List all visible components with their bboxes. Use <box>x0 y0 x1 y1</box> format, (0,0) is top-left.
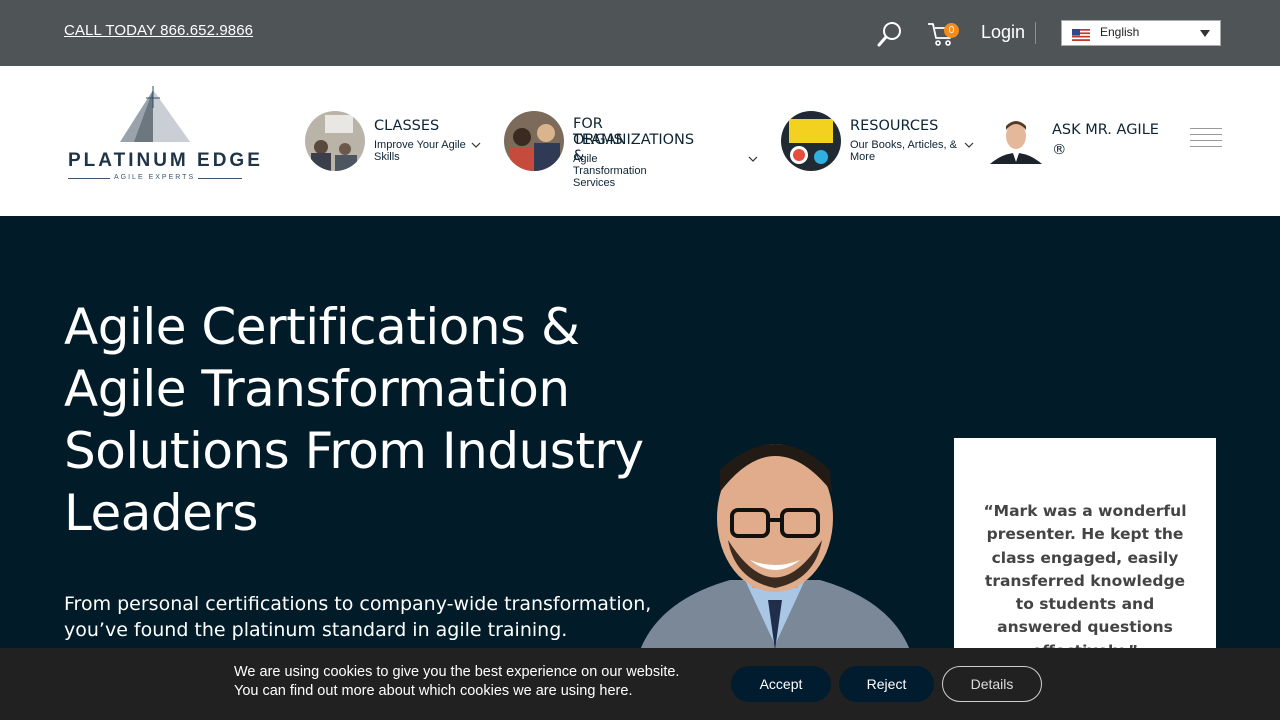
dropdown-caret-icon <box>1200 30 1210 37</box>
login-link[interactable]: Login <box>981 22 1025 43</box>
top-bar: CALL TODAY 866.652.9866 0 Login English <box>0 0 1280 66</box>
logo-rule <box>198 178 242 179</box>
testimonial-card: “Mark was a wonderful presenter. He kept… <box>954 438 1216 660</box>
teams-thumbnail <box>504 111 564 171</box>
chevron-down-icon <box>748 156 758 162</box>
nav-classes-subtitle: Improve Your Agile Skills <box>374 139 466 163</box>
logo-mark-icon <box>120 86 190 142</box>
details-button[interactable]: Details <box>942 666 1042 702</box>
call-today-link[interactable]: CALL TODAY 866.652.9866 <box>64 22 253 39</box>
cookie-message-line2: You can find out more about which cookie… <box>234 683 633 699</box>
cart-count-badge: 0 <box>944 23 959 38</box>
nav-teams-subtitle: Agile Transformation Services <box>573 153 647 189</box>
accept-button[interactable]: Accept <box>731 666 831 702</box>
platinum-edge-logo[interactable] <box>64 86 249 206</box>
cookie-message: We are using cookies to give you the bes… <box>234 663 679 701</box>
search-icon[interactable] <box>876 20 904 48</box>
site-header: PLATINUM EDGE AGILE EXPERTS CLASSES Impr… <box>0 66 1280 216</box>
nav-ask-title: ASK MR. AGILE ® <box>1052 122 1159 158</box>
hero-title: Agile Certifications & Agile Transformat… <box>64 298 644 542</box>
chevron-down-icon <box>471 142 481 148</box>
nav-resources-subtitle: Our Books, Articles, & More <box>850 139 957 163</box>
nav-resources-title: RESOURCES <box>850 118 939 134</box>
logo-rule <box>68 178 110 179</box>
reject-button[interactable]: Reject <box>839 666 934 702</box>
resources-book-thumbnail <box>781 111 841 171</box>
chevron-down-icon <box>964 142 974 148</box>
hero-subtitle: From personal certifications to company-… <box>64 593 652 641</box>
divider <box>1035 22 1036 44</box>
cookie-here-link[interactable]: here <box>599 683 628 699</box>
testimonial-quote: “Mark was a wonderful presenter. He kept… <box>983 502 1187 660</box>
mr-agile-portrait <box>986 116 1046 164</box>
nav-classes-title: CLASSES <box>374 118 440 134</box>
language-select[interactable]: English <box>1061 20 1221 46</box>
logo-wordmark: PLATINUM EDGE <box>68 150 263 171</box>
cookie-message-line2-text: You can find out more about which cookie… <box>234 683 596 699</box>
cookie-banner: We are using cookies to give you the bes… <box>0 648 1280 720</box>
cookie-message-line1: We are using cookies to give you the bes… <box>234 664 680 680</box>
language-label: English <box>1100 25 1140 39</box>
us-flag-icon <box>1072 29 1090 41</box>
hamburger-menu-icon[interactable] <box>1190 128 1222 148</box>
instructor-photo <box>640 430 910 650</box>
classes-thumbnail <box>305 111 365 171</box>
logo-tagline: AGILE EXPERTS <box>114 174 196 181</box>
nav-teams-title-line2: ORGANIZATIONS <box>573 132 695 148</box>
